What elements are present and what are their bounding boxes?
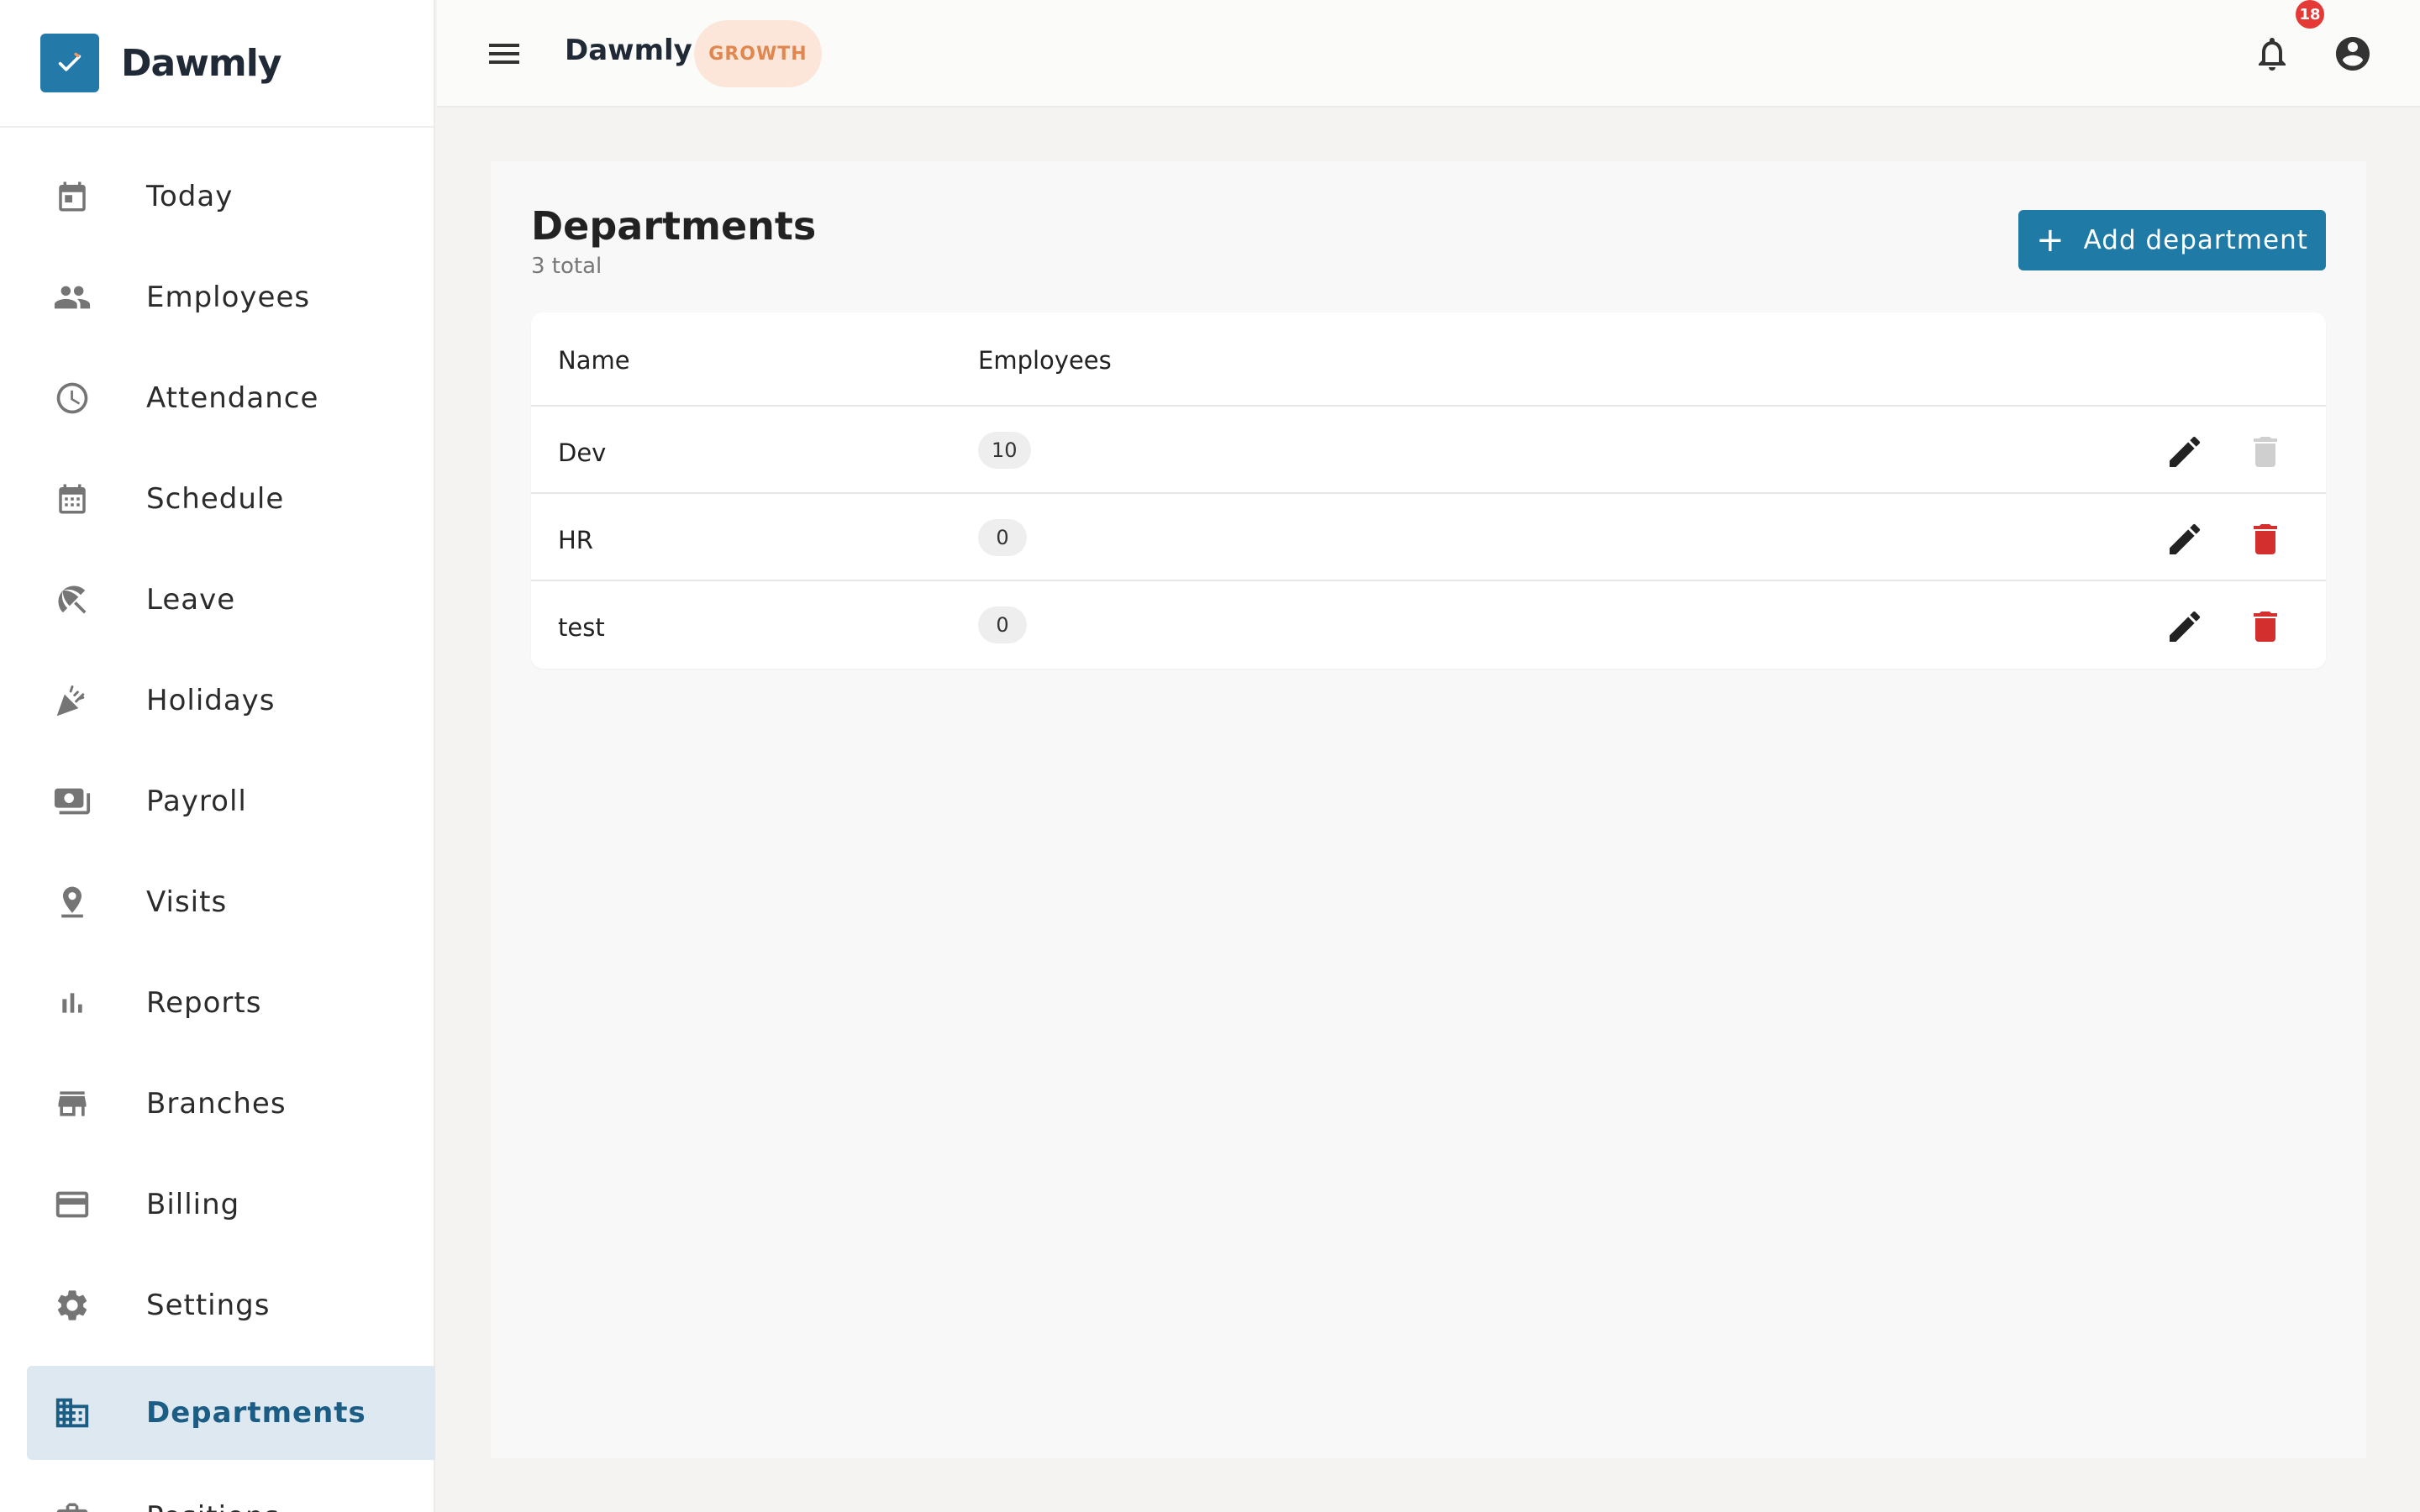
sidebar-item-label: Attendance <box>146 381 319 415</box>
sidebar-item-label: Payroll <box>146 785 247 818</box>
notification-count-badge: 18 <box>2296 0 2324 29</box>
bar-chart-icon <box>52 983 92 1023</box>
edit-pencil-icon[interactable] <box>2165 432 2205 472</box>
sidebar-item-label: Positions <box>146 1500 280 1512</box>
app-title: Dawmly <box>565 34 692 67</box>
calendar-today-icon <box>52 176 92 217</box>
hamburger-menu-icon[interactable] <box>484 34 524 74</box>
add-department-label: Add department <box>2083 225 2308 255</box>
column-header-name[interactable]: Name <box>558 346 630 375</box>
sidebar: Dawmly Today Employees Attendance Schedu… <box>0 0 435 1512</box>
departments-panel: Departments 3 total + Add department Nam… <box>491 161 2366 1458</box>
sidebar-item-label: Billing <box>146 1188 240 1221</box>
delete-trash-icon-disabled[interactable] <box>2245 432 2286 472</box>
sidebar-item-visits[interactable]: Visits <box>27 855 435 949</box>
column-header-employees[interactable]: Employees <box>978 346 1112 375</box>
logo-checkmark-icon <box>40 34 99 92</box>
edit-pencil-icon[interactable] <box>2165 519 2205 559</box>
credit-card-icon <box>52 1184 92 1225</box>
table-header: Name Employees <box>531 312 2326 407</box>
brand-name: Dawmly <box>121 41 281 85</box>
department-name: Dev <box>558 438 607 467</box>
sidebar-item-label: Today <box>146 180 234 213</box>
briefcase-icon <box>52 1497 92 1512</box>
delete-trash-icon[interactable] <box>2245 606 2286 647</box>
sidebar-item-employees[interactable]: Employees <box>27 250 435 344</box>
clock-icon <box>52 378 92 418</box>
department-name: test <box>558 613 605 642</box>
add-department-button[interactable]: + Add department <box>2018 210 2326 270</box>
account-circle-icon[interactable] <box>2333 34 2373 74</box>
employee-count-chip: 0 <box>978 519 1027 556</box>
money-icon <box>52 781 92 822</box>
people-icon <box>52 277 92 318</box>
brand[interactable]: Dawmly <box>0 0 434 128</box>
table-row: HR 0 <box>531 494 2326 581</box>
department-name: HR <box>558 526 593 554</box>
department-count: 3 total <box>531 254 602 279</box>
building-icon <box>52 1393 92 1433</box>
sidebar-item-payroll[interactable]: Payroll <box>27 754 435 848</box>
top-app-bar: Dawmly GROWTH 18 <box>437 0 2420 108</box>
sidebar-item-label: Reports <box>146 986 262 1020</box>
sidebar-item-attendance[interactable]: Attendance <box>27 351 435 445</box>
plan-badge: GROWTH <box>694 20 822 87</box>
sidebar-item-reports[interactable]: Reports <box>27 956 435 1050</box>
sidebar-item-label: Employees <box>146 281 311 314</box>
gear-icon <box>52 1285 92 1326</box>
plus-icon: + <box>2036 221 2065 260</box>
employee-count-chip: 10 <box>978 432 1031 469</box>
employee-count-chip: 0 <box>978 606 1027 643</box>
notification-bell-icon[interactable] <box>2252 34 2292 74</box>
sidebar-item-today[interactable]: Today <box>27 150 435 244</box>
sidebar-item-settings[interactable]: Settings <box>27 1258 435 1352</box>
sidebar-item-label: Schedule <box>146 482 285 516</box>
sidebar-item-label: Visits <box>146 885 228 919</box>
sidebar-item-positions[interactable]: Positions <box>27 1470 435 1512</box>
page-title: Departments <box>531 203 817 249</box>
store-icon <box>52 1084 92 1124</box>
delete-trash-icon[interactable] <box>2245 519 2286 559</box>
edit-pencil-icon[interactable] <box>2165 606 2205 647</box>
sidebar-item-label: Settings <box>146 1289 271 1322</box>
sidebar-item-label: Holidays <box>146 684 276 717</box>
sidebar-item-leave[interactable]: Leave <box>27 553 435 647</box>
party-popper-icon <box>52 680 92 721</box>
beach-umbrella-icon <box>52 580 92 620</box>
departments-table: Name Employees Dev 10 HR 0 test 0 <box>531 312 2326 669</box>
sidebar-item-label: Leave <box>146 583 236 617</box>
sidebar-item-departments[interactable]: Departments <box>27 1366 435 1460</box>
sidebar-item-billing[interactable]: Billing <box>27 1158 435 1252</box>
location-pin-icon <box>52 882 92 922</box>
sidebar-item-holidays[interactable]: Holidays <box>27 654 435 748</box>
table-row: test 0 <box>531 581 2326 669</box>
sidebar-item-label: Departments <box>146 1396 366 1430</box>
table-row: Dev 10 <box>531 407 2326 494</box>
sidebar-item-schedule[interactable]: Schedule <box>27 452 435 546</box>
sidebar-item-label: Branches <box>146 1087 287 1121</box>
sidebar-item-branches[interactable]: Branches <box>27 1057 435 1151</box>
calendar-grid-icon <box>52 479 92 519</box>
